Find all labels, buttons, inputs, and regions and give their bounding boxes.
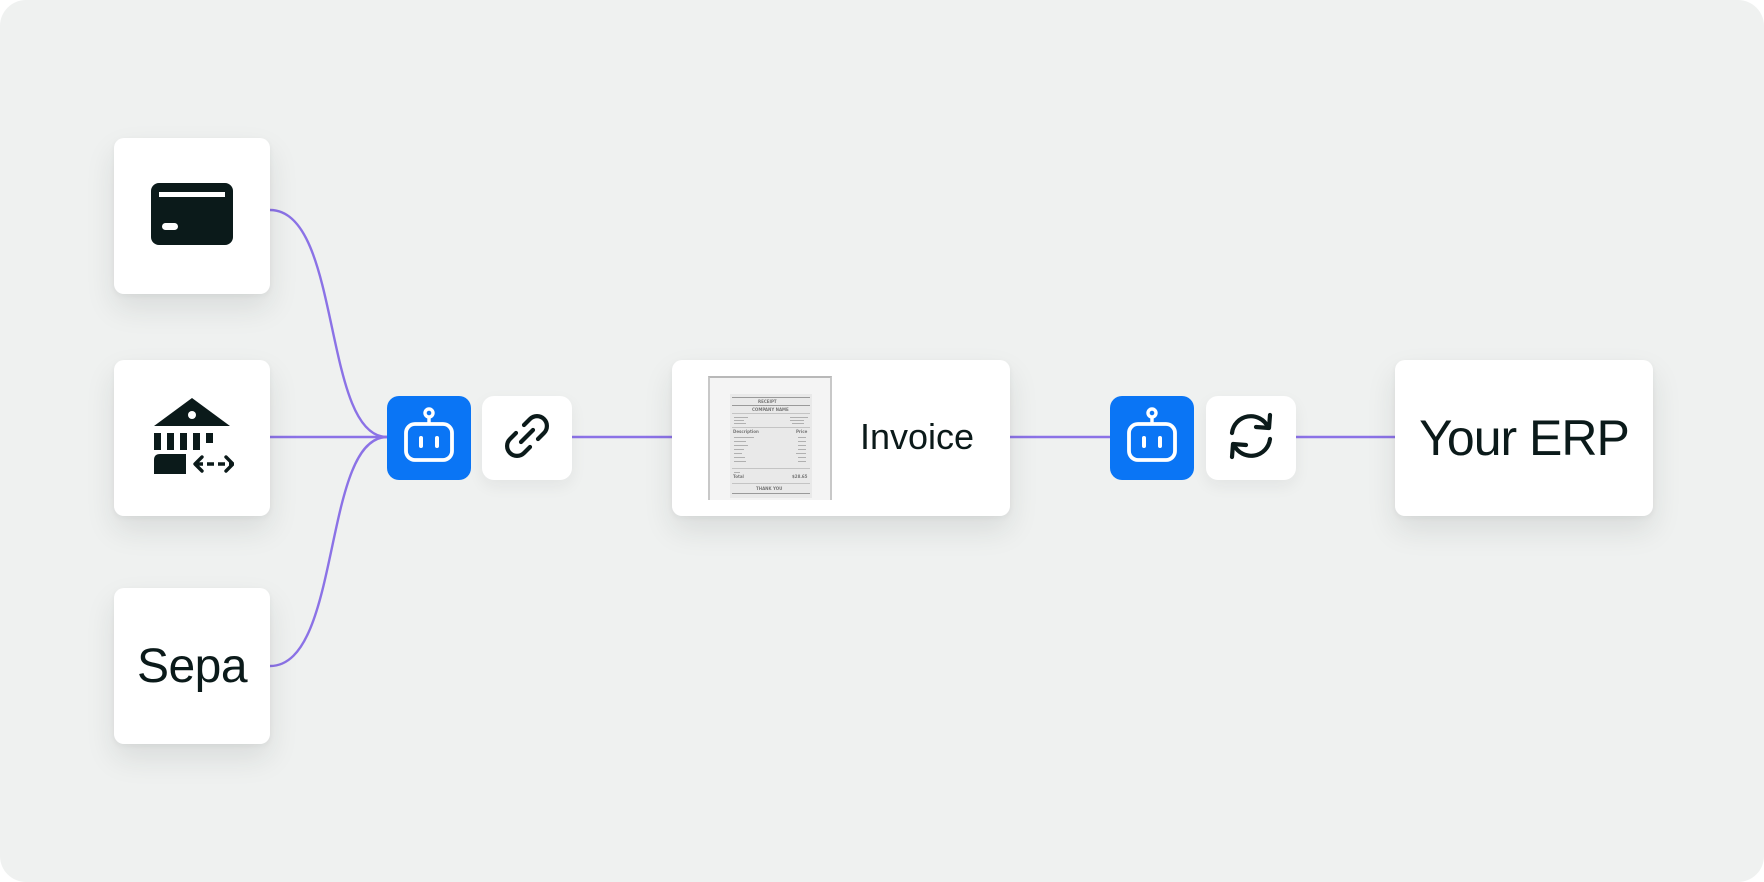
bot-chip-matching: [387, 396, 471, 480]
sync-chip: [1206, 396, 1296, 480]
erp-label: Your ERP: [1419, 410, 1630, 466]
receipt-col-price: Price: [796, 429, 808, 434]
refresh-sync-icon: [1224, 409, 1278, 468]
link-chip: [482, 396, 572, 480]
receipt-paper: RECEIPT COMPANY NAME Description Price T…: [730, 394, 812, 498]
source-sepa: Sepa: [114, 588, 270, 744]
invoice-label: Invoice: [860, 416, 975, 457]
connector-card-to-bot: [269, 208, 388, 439]
credit-card-icon: [151, 182, 233, 250]
sepa-label: Sepa: [136, 639, 248, 693]
bank-transfer-icon: [150, 396, 235, 481]
robot-icon: [1125, 406, 1179, 470]
receipt-col-description: Description: [733, 429, 759, 434]
bot-chip-sync: [1110, 396, 1194, 480]
link-icon: [502, 411, 552, 466]
receipt-company: COMPANY NAME: [752, 407, 789, 412]
receipt-title: RECEIPT: [758, 399, 777, 404]
receipt-total-value: $28.65: [792, 474, 808, 479]
receipt-thumbnail: RECEIPT COMPANY NAME Description Price T…: [708, 376, 832, 500]
invoice-card: RECEIPT COMPANY NAME Description Price T…: [672, 360, 1010, 516]
source-card-payment: [114, 138, 270, 294]
source-bank-transfer: [114, 360, 270, 516]
robot-icon: [402, 406, 456, 470]
receipt-footer: THANK YOU: [756, 486, 783, 491]
connector-sepa-to-bot: [269, 435, 388, 668]
receipt-total-label: Total: [733, 474, 744, 479]
destination-erp-card: Your ERP: [1395, 360, 1653, 516]
diagram-canvas: Sepa RECEIPT COMPANY NAME Description Pr…: [0, 0, 1764, 882]
